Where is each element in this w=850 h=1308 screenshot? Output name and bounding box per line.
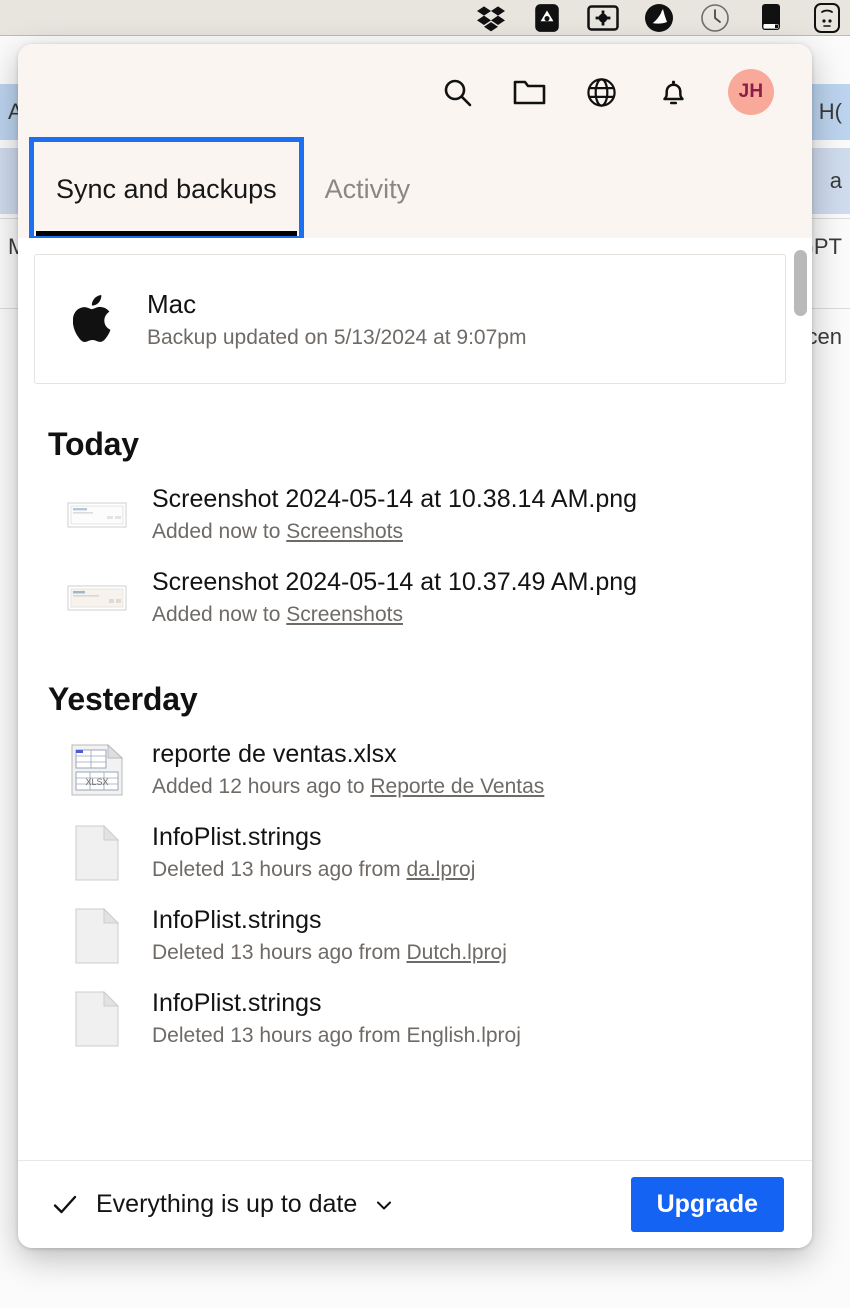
adobe-icon[interactable]: [642, 3, 676, 33]
tab-label: Sync and backups: [56, 173, 277, 204]
globe-icon[interactable]: [584, 75, 618, 109]
popover-footer: Everything is up to date Upgrade: [18, 1160, 812, 1248]
screenshot-thumbnail: [64, 583, 130, 613]
activity-action: Deleted 13 hours ago from: [152, 1024, 407, 1047]
activity-action: Added now to: [152, 603, 287, 626]
activity-file-name: InfoPlist.strings: [152, 906, 322, 934]
tab-activity[interactable]: Activity: [301, 140, 435, 238]
activity-detail: Added now to Screenshots: [152, 520, 637, 544]
activity-detail: Deleted 13 hours ago from English.lproj: [152, 1024, 521, 1048]
display-settings-icon[interactable]: [586, 3, 620, 33]
sync-status-button[interactable]: Everything is up to date: [52, 1190, 393, 1219]
macos-menubar: [0, 0, 850, 36]
activity-item[interactable]: InfoPlist.strings Deleted 13 hours ago f…: [18, 977, 812, 1060]
activity-item[interactable]: InfoPlist.strings Deleted 13 hours ago f…: [18, 811, 812, 894]
activity-detail: Deleted 13 hours ago from da.lproj: [152, 858, 475, 882]
popover-header: JH Sync and backups Activity: [18, 44, 812, 241]
folder-icon[interactable]: [512, 75, 546, 109]
battery-icon[interactable]: [754, 3, 788, 33]
drive-icon[interactable]: [530, 3, 564, 33]
sync-status-text: Everything is up to date: [96, 1190, 358, 1218]
background-row-text-right: H(: [818, 99, 842, 124]
activity-action: Deleted 13 hours ago from: [152, 858, 407, 881]
activity-text: Screenshot 2024-05-14 at 10.37.49 AM.png…: [152, 568, 637, 627]
background-row-text-right: a: [829, 168, 842, 193]
activity-item[interactable]: Screenshot 2024-05-14 at 10.38.14 AM.png…: [18, 473, 812, 556]
activity-action: Added now to: [152, 520, 287, 543]
activity-text: InfoPlist.strings Deleted 13 hours ago f…: [152, 906, 507, 965]
activity-detail: Added 12 hours ago to Reporte de Ventas: [152, 775, 544, 799]
upgrade-button[interactable]: Upgrade: [630, 1177, 784, 1232]
chevron-down-icon: [377, 1201, 392, 1209]
avatar[interactable]: JH: [728, 69, 774, 115]
activity-folder-link[interactable]: Screenshots: [286, 520, 403, 543]
bell-icon[interactable]: [656, 75, 690, 109]
activity-action: Deleted 13 hours ago from: [152, 941, 407, 964]
activity-action: Added 12 hours ago to: [152, 775, 371, 798]
activity-folder-link[interactable]: Reporte de Ventas: [370, 775, 544, 798]
control-center-icon[interactable]: [810, 2, 844, 33]
activity-text: InfoPlist.strings Deleted 13 hours ago f…: [152, 823, 475, 882]
device-backup-status: Backup updated on 5/13/2024 at 9:07pm: [147, 325, 527, 349]
avatar-initials: JH: [738, 81, 764, 102]
activity-file-name: InfoPlist.strings: [152, 823, 322, 851]
activity-file-name: Screenshot 2024-05-14 at 10.38.14 AM.png: [152, 485, 638, 513]
activity-text: Screenshot 2024-05-14 at 10.38.14 AM.png…: [152, 485, 637, 544]
checkmark-icon: [53, 1195, 77, 1213]
generic-file-icon: [64, 907, 130, 965]
vertical-scrollbar[interactable]: [792, 250, 808, 1154]
header-icon-bar: JH: [18, 44, 812, 140]
tab-sync-and-backups[interactable]: Sync and backups: [29, 137, 304, 241]
device-backup-card[interactable]: Mac Backup updated on 5/13/2024 at 9:07p…: [34, 254, 786, 384]
tab-bar: Sync and backups Activity: [18, 137, 812, 241]
activity-file-name: Screenshot 2024-05-14 at 10.37.49 AM.png: [152, 568, 638, 596]
activity-file-name: InfoPlist.strings: [152, 989, 322, 1017]
apple-logo-icon: [73, 295, 111, 342]
activity-item[interactable]: InfoPlist.strings Deleted 13 hours ago f…: [18, 894, 812, 977]
activity-item[interactable]: XLSX reporte de ventas.xlsx Added 12 hou…: [18, 728, 812, 811]
desktop-background: Ac H( a Ma GPT cen: [0, 0, 850, 1308]
tab-active-underline: [36, 231, 297, 236]
device-name: Mac: [147, 288, 197, 319]
tab-label: Activity: [324, 173, 411, 204]
generic-file-icon: [64, 824, 130, 882]
activity-folder-link[interactable]: Dutch.lproj: [406, 941, 506, 964]
search-icon[interactable]: [440, 75, 474, 109]
svg-text:XLSX: XLSX: [85, 777, 108, 787]
activity-folder-link[interactable]: English.lproj: [406, 1024, 520, 1047]
scrollbar-thumb[interactable]: [794, 250, 807, 316]
xlsx-file-icon: XLSX: [64, 743, 130, 797]
dropbox-icon[interactable]: [474, 3, 508, 33]
activity-item[interactable]: Screenshot 2024-05-14 at 10.37.49 AM.png…: [18, 556, 812, 639]
section-heading-yesterday: Yesterday: [48, 681, 198, 717]
activity-folder-link[interactable]: da.lproj: [406, 858, 475, 881]
screenshot-thumbnail: [64, 500, 130, 530]
scroll-fade-overlay: [18, 1104, 812, 1160]
device-info: Mac Backup updated on 5/13/2024 at 9:07p…: [147, 289, 526, 350]
activity-text: reporte de ventas.xlsx Added 12 hours ag…: [152, 740, 544, 799]
activity-folder-link[interactable]: Screenshots: [286, 603, 403, 626]
activity-text: InfoPlist.strings Deleted 13 hours ago f…: [152, 989, 521, 1048]
activity-detail: Added now to Screenshots: [152, 603, 637, 627]
activity-file-name: reporte de ventas.xlsx: [152, 740, 397, 768]
scroll-content: Mac Backup updated on 5/13/2024 at 9:07p…: [18, 254, 812, 1060]
clock-icon[interactable]: [698, 3, 732, 33]
popover-body: Mac Backup updated on 5/13/2024 at 9:07p…: [18, 238, 812, 1160]
generic-file-icon: [64, 990, 130, 1048]
activity-detail: Deleted 13 hours ago from Dutch.lproj: [152, 941, 507, 965]
section-heading-today: Today: [48, 426, 139, 462]
dropbox-popover: JH Sync and backups Activity Mac Backup …: [18, 44, 812, 1248]
